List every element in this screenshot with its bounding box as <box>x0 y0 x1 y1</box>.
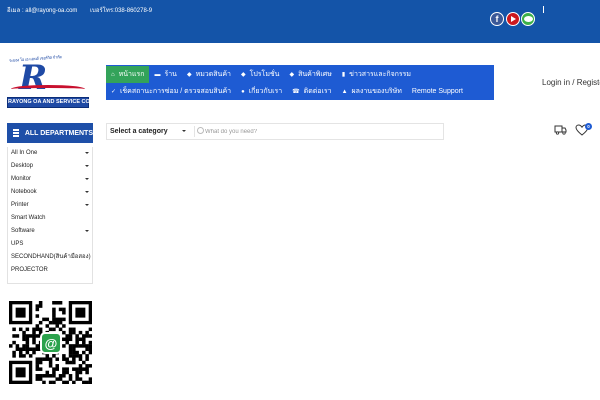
search-input[interactable] <box>205 124 435 139</box>
nav-item-label: ผลงานของบริษัท <box>351 88 402 95</box>
nav-item-label: เช็คสถานะการซ่อม / ตรวจสอบสินค้า <box>120 88 232 95</box>
caret-down-icon[interactable] <box>182 130 186 132</box>
category-item-smart-watch[interactable]: Smart Watch <box>8 212 92 225</box>
logo-company-name: RAYONG OA AND SERVICE CO.,LTD. <box>8 99 105 105</box>
nav-row-secondary: ✓ เช็คสถานะการซ่อม / ตรวจสอบสินค้า ● เกี่ย… <box>106 83 468 100</box>
tag-icon: ◆ <box>240 72 246 78</box>
category-label: Smart Watch <box>11 215 46 221</box>
category-item-printer[interactable]: Printer <box>8 199 92 212</box>
caret-down-icon <box>85 204 89 206</box>
logo-company-bar: RAYONG OA AND SERVICE CO.,LTD. <box>7 97 105 108</box>
nav-item-about[interactable]: ● เกี่ยวกับเรา <box>236 83 287 100</box>
category-label: Software <box>11 228 35 234</box>
all-departments-label: ALL DEPARTMENTS <box>24 129 93 137</box>
caret-down-icon <box>85 165 89 167</box>
category-item-monitor[interactable]: Monitor <box>8 173 92 186</box>
category-item-all-in-one[interactable]: All In One <box>8 147 92 160</box>
search-icon <box>197 127 204 134</box>
nav-item-repair-status[interactable]: ✓ เช็คสถานะการซ่อม / ตรวจสอบสินค้า <box>106 83 236 100</box>
home-icon: ⌂ <box>111 71 115 78</box>
nav-item-promotion[interactable]: ◆ โปรโมชั่น <box>236 66 285 83</box>
category-label: PROJECTOR <box>11 267 48 273</box>
nav-row-primary: ⌂ หน้าแรก ▬ ร้าน ◆ หมวดสินค้า ◆ โปรโมชั่น ◆ ส… <box>106 66 416 83</box>
search-divider <box>194 126 195 137</box>
category-label: Printer <box>11 202 29 208</box>
nav-item-label: ติดต่อเรา <box>303 88 332 95</box>
topbar-divider <box>543 6 544 13</box>
user-icon: ● <box>241 88 245 95</box>
caret-down-icon <box>85 191 89 193</box>
phone-icon: ☎ <box>292 89 300 95</box>
nav-item-label: เกี่ยวกับเรา <box>248 88 283 95</box>
facebook-icon[interactable]: f <box>490 12 504 26</box>
nav-item-shop[interactable]: ▬ ร้าน <box>149 66 181 83</box>
caret-down-icon <box>85 152 89 154</box>
nav-item-contact[interactable]: ☎ ติดต่อเรา <box>287 83 336 100</box>
category-label: All In One <box>11 150 38 156</box>
caret-down-icon <box>85 230 89 232</box>
caret-down-icon <box>85 178 89 180</box>
line-at-symbol: @ <box>44 335 58 351</box>
nav-item-label: ร้าน <box>164 71 177 78</box>
category-label: Desktop <box>11 163 34 169</box>
document-icon: ▮ <box>341 72 346 78</box>
truck-icon[interactable] <box>554 124 567 135</box>
search-bar: Select a category <box>106 123 444 140</box>
wishlist-count-badge: 0 <box>585 123 592 130</box>
category-label: Monitor <box>11 176 32 182</box>
nav-item-label: สินค้าพิเศษ <box>298 71 332 78</box>
all-departments-button[interactable]: ALL DEPARTMENTS <box>7 123 93 143</box>
category-item-desktop[interactable]: Desktop <box>8 160 92 173</box>
nav-item-label: Remote Support <box>411 88 463 95</box>
nav-item-label: ข่าวสารและกิจกรรม <box>349 71 412 78</box>
nav-item-special[interactable]: ◆ สินค้าพิเศษ <box>284 66 336 83</box>
category-label: UPS <box>11 241 24 247</box>
company-logo[interactable]: ระยอง โอ เอ แอนด์ เซอร์วิส จำกัด R RAYON… <box>7 54 105 108</box>
nav-item-categories[interactable]: ◆ หมวดสินค้า <box>182 66 236 83</box>
nav-item-news[interactable]: ▮ ข่าวสารและกิจกรรม <box>337 66 416 83</box>
category-item-secondhand[interactable]: SECONDHAND(สินค้ามือสอง) <box>8 251 92 264</box>
nav-item-remote-support[interactable]: Remote Support <box>407 83 468 100</box>
category-item-projector[interactable]: PROJECTOR <box>8 264 92 277</box>
youtube-icon[interactable] <box>506 12 520 26</box>
category-select[interactable]: Select a category <box>110 124 168 139</box>
network-icon: ▲ <box>341 88 348 95</box>
nav-item-label: โปรโมชั่น <box>249 71 280 78</box>
login-register-link[interactable]: Login in / Register <box>542 78 600 87</box>
hamburger-icon <box>13 129 19 137</box>
logo-swoosh <box>11 85 85 93</box>
nav-item-label: หมวดสินค้า <box>195 71 231 78</box>
check-icon: ✓ <box>111 89 117 95</box>
star-tag-icon: ◆ <box>289 72 295 78</box>
category-label: Notebook <box>11 189 37 195</box>
line-at-icon: @ <box>40 332 62 354</box>
contact-email[interactable]: อีเมล : all@rayong-oa.com <box>7 5 77 15</box>
nav-item-portfolio[interactable]: ▲ ผลงานของบริษัท <box>337 83 407 100</box>
main-navigation: ⌂ หน้าแรก ▬ ร้าน ◆ หมวดสินค้า ◆ โปรโมชั่น ◆ ส… <box>106 65 494 100</box>
chat-bubble-icon <box>523 16 533 22</box>
nav-item-label: หน้าแรก <box>118 71 145 78</box>
category-list: All In One Desktop Monitor Notebook Prin… <box>7 147 93 284</box>
category-item-software[interactable]: Software <box>8 225 92 238</box>
contact-phone[interactable]: เบอร์โทร:038-860278-9 <box>90 5 152 15</box>
category-item-ups[interactable]: UPS <box>8 238 92 251</box>
play-icon <box>511 16 516 22</box>
cart-icon: ▬ <box>154 71 161 78</box>
top-bar: อีเมล : all@rayong-oa.com เบอร์โทร:038-8… <box>0 0 600 43</box>
facebook-glyph: f <box>495 14 499 24</box>
line-qr-code[interactable]: @ <box>9 301 92 384</box>
category-label: SECONDHAND(สินค้ามือสอง) <box>11 254 91 260</box>
category-item-notebook[interactable]: Notebook <box>8 186 92 199</box>
line-icon[interactable] <box>521 12 535 26</box>
nav-item-home[interactable]: ⌂ หน้าแรก <box>106 66 150 83</box>
tag-icon: ◆ <box>186 72 192 78</box>
